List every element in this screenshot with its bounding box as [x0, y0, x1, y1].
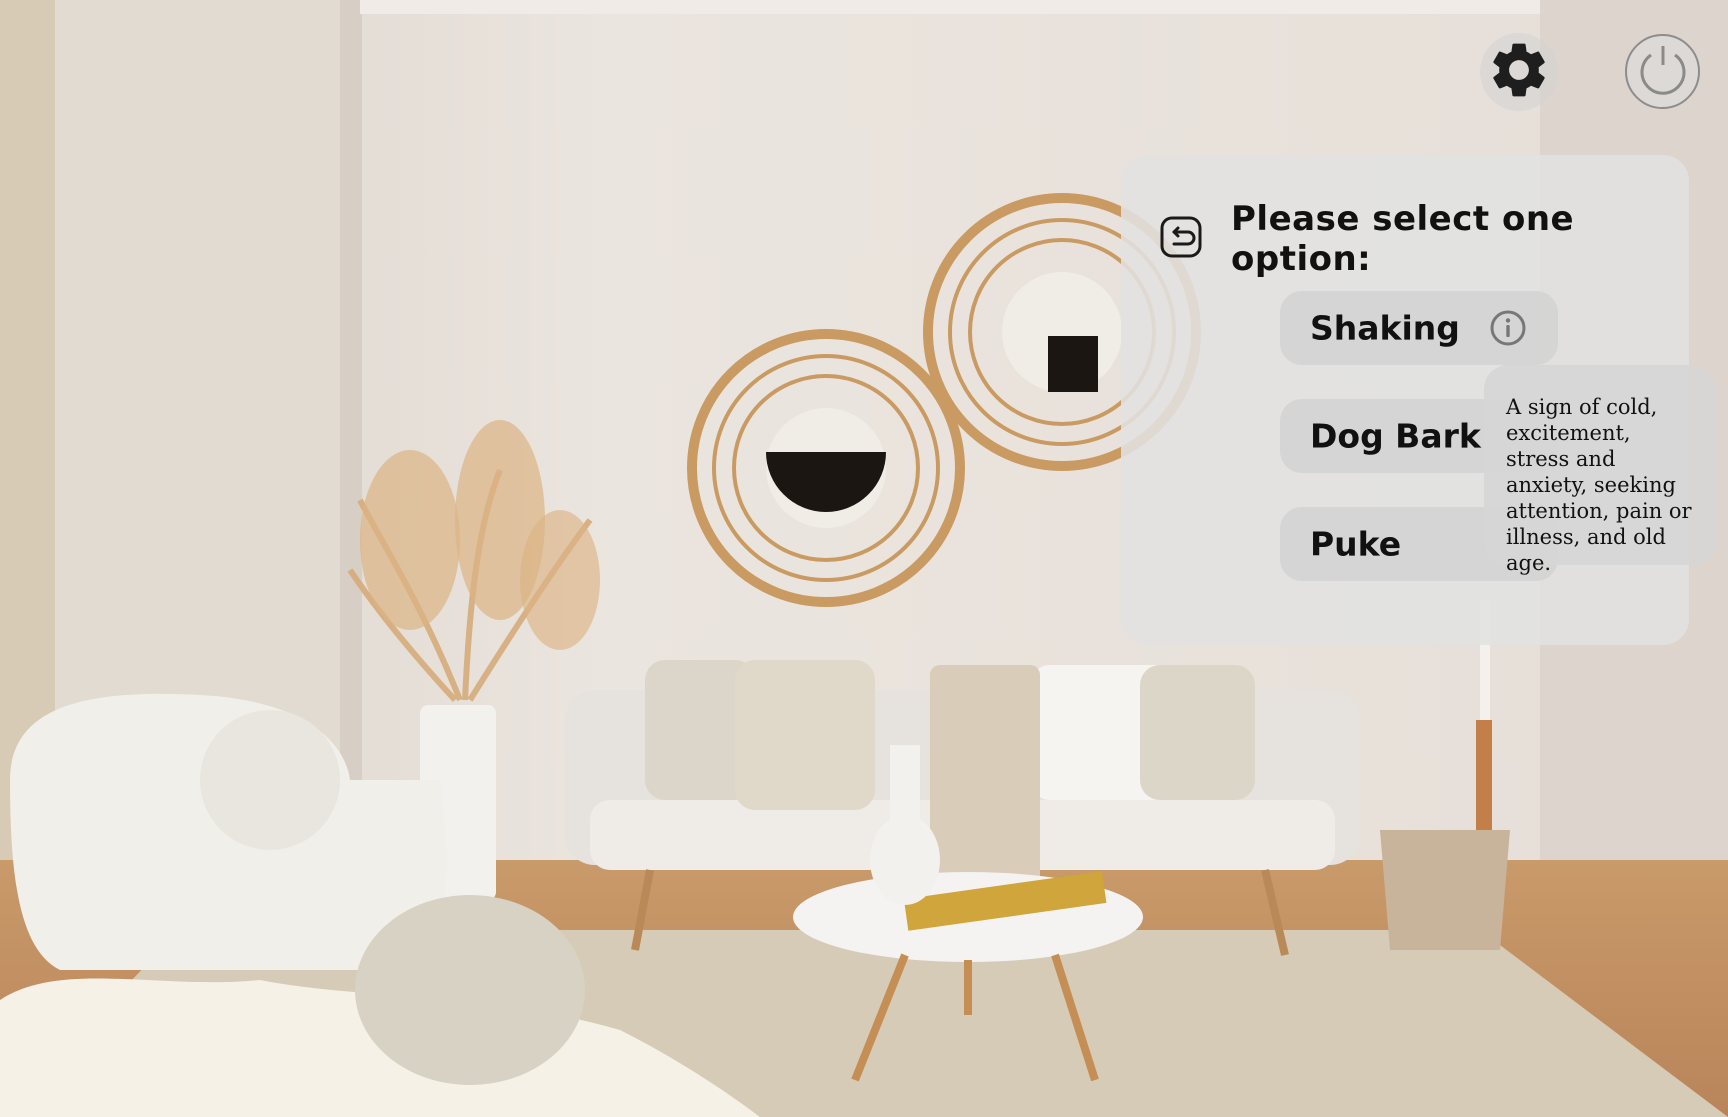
back-arrow-icon: [1159, 215, 1203, 263]
panel-title: Please select one option:: [1231, 199, 1575, 279]
option-label: Dog Bark: [1310, 416, 1481, 456]
power-button[interactable]: [1625, 34, 1700, 109]
info-tooltip: A sign of cold, excitement, stress and a…: [1484, 365, 1716, 575]
option-label: Shaking: [1310, 308, 1460, 348]
option-label: Puke: [1310, 524, 1402, 564]
option-shaking[interactable]: Shaking: [1280, 291, 1558, 365]
settings-button[interactable]: [1480, 33, 1558, 111]
power-icon: [1634, 41, 1692, 103]
back-button[interactable]: [1159, 215, 1203, 263]
gear-icon: [1486, 37, 1552, 107]
panel-header: Please select one option:: [1159, 199, 1689, 279]
info-icon[interactable]: [1489, 309, 1527, 347]
